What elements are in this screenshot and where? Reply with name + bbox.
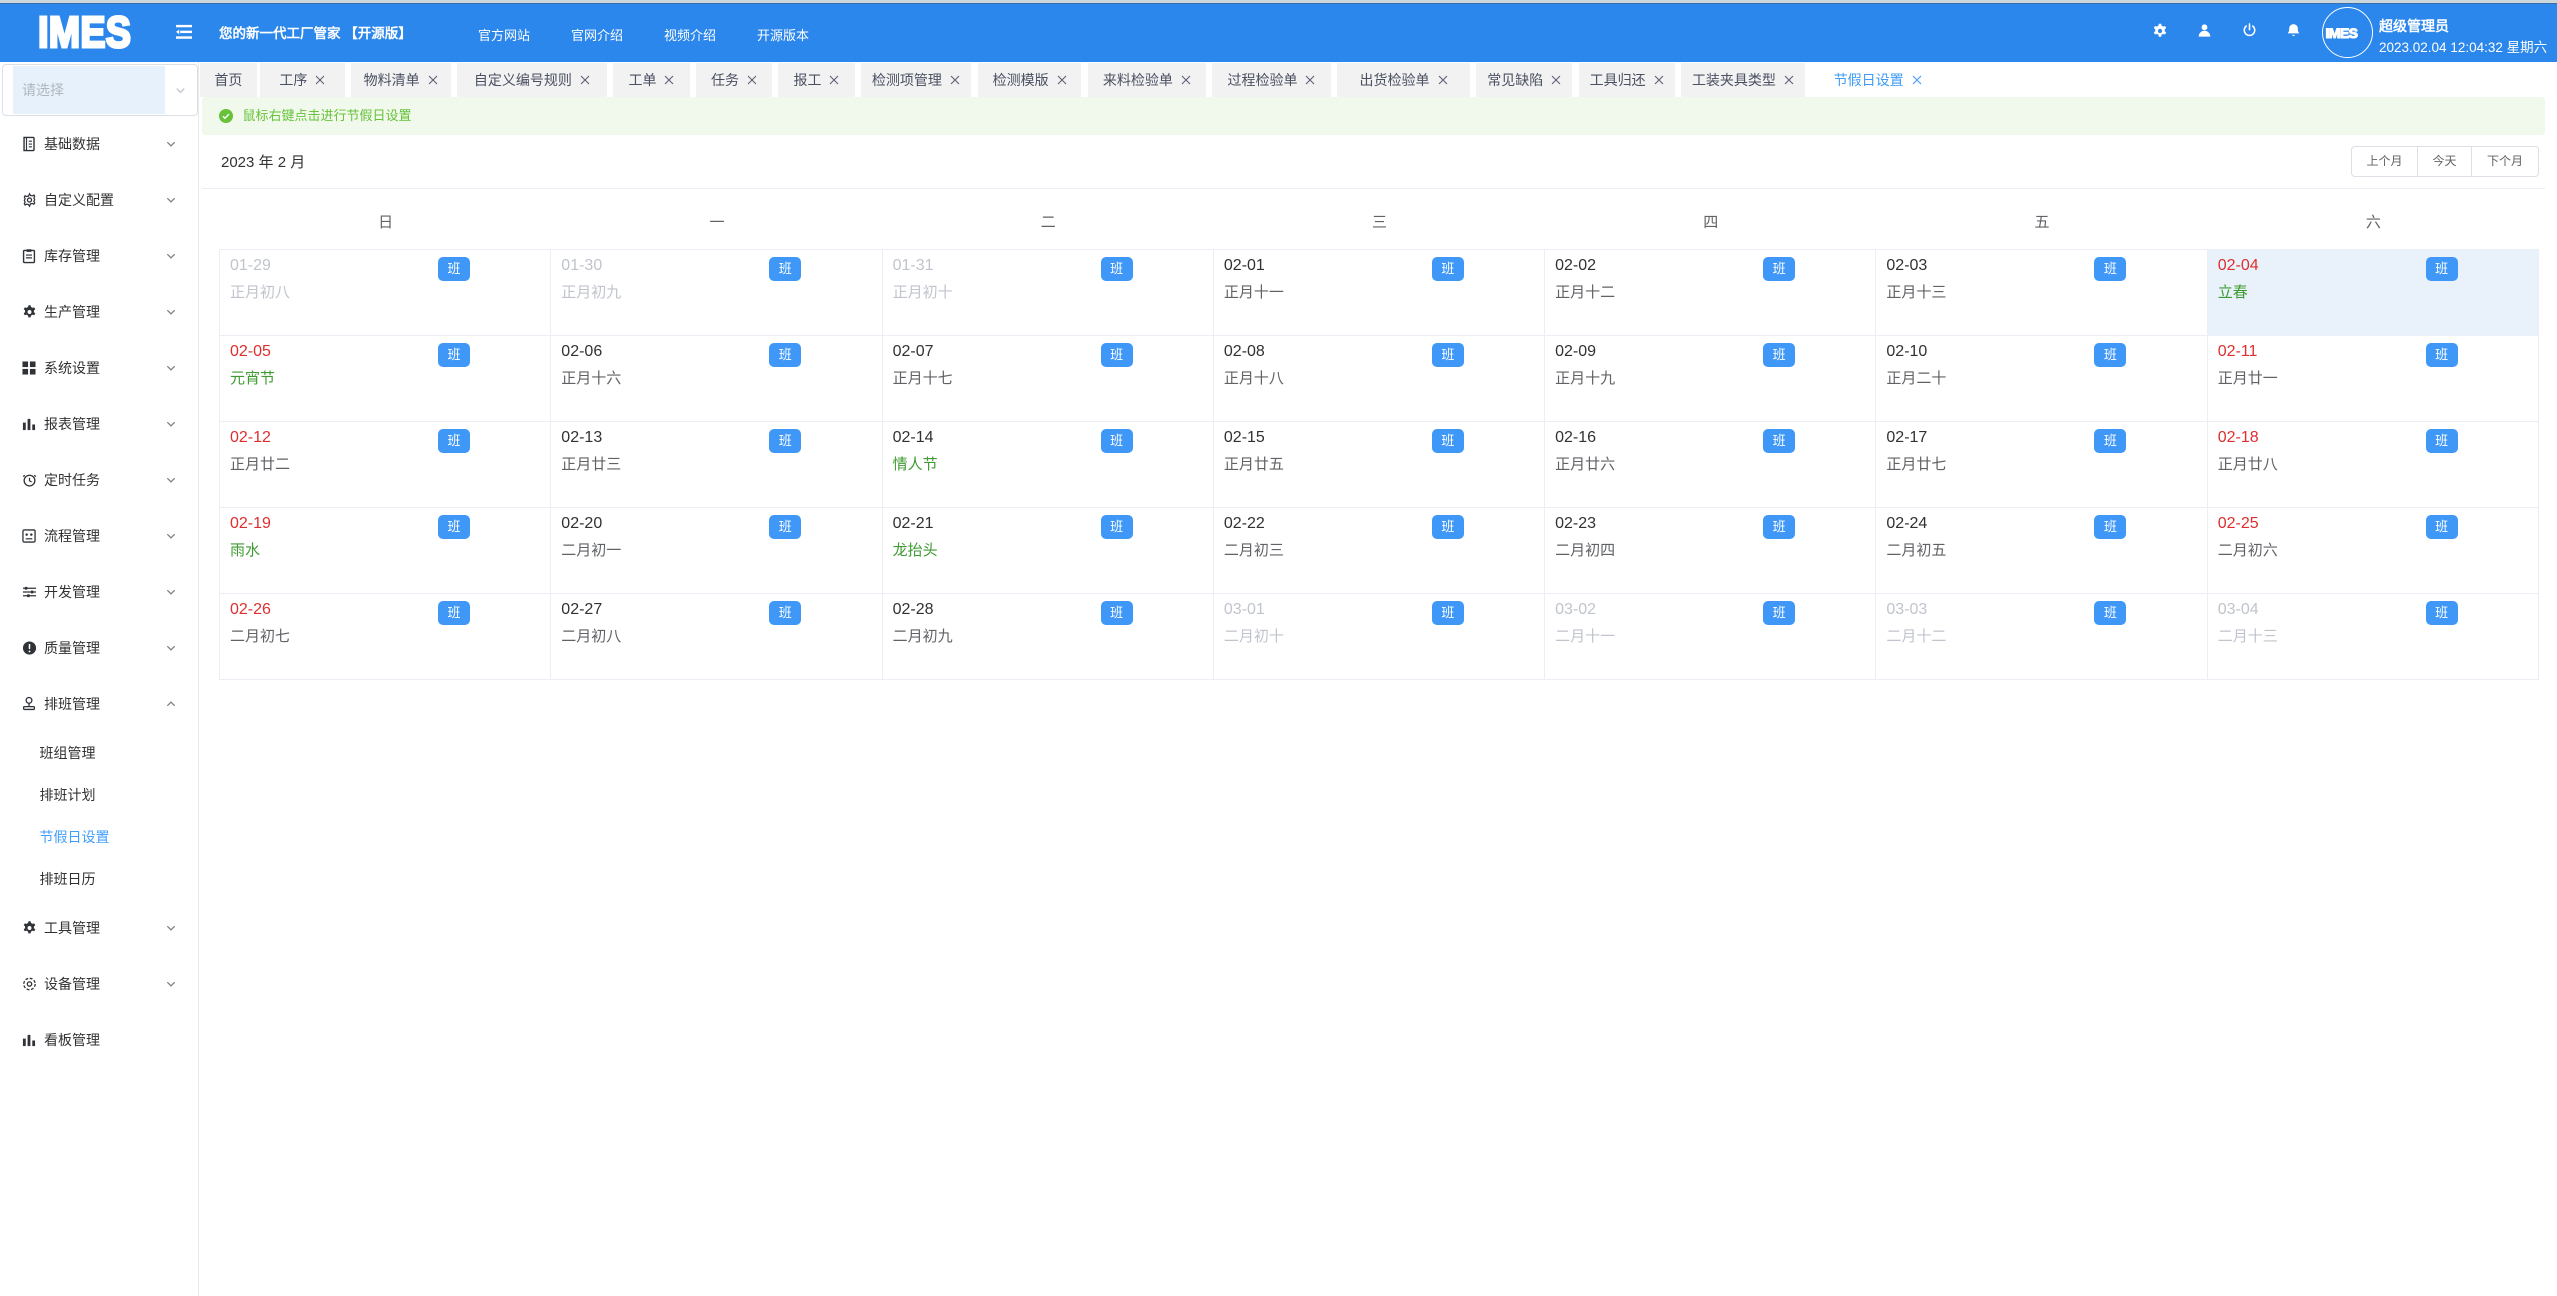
svg-text:IMES: IMES — [2325, 25, 2357, 41]
svg-text:IMES: IMES — [38, 7, 131, 56]
